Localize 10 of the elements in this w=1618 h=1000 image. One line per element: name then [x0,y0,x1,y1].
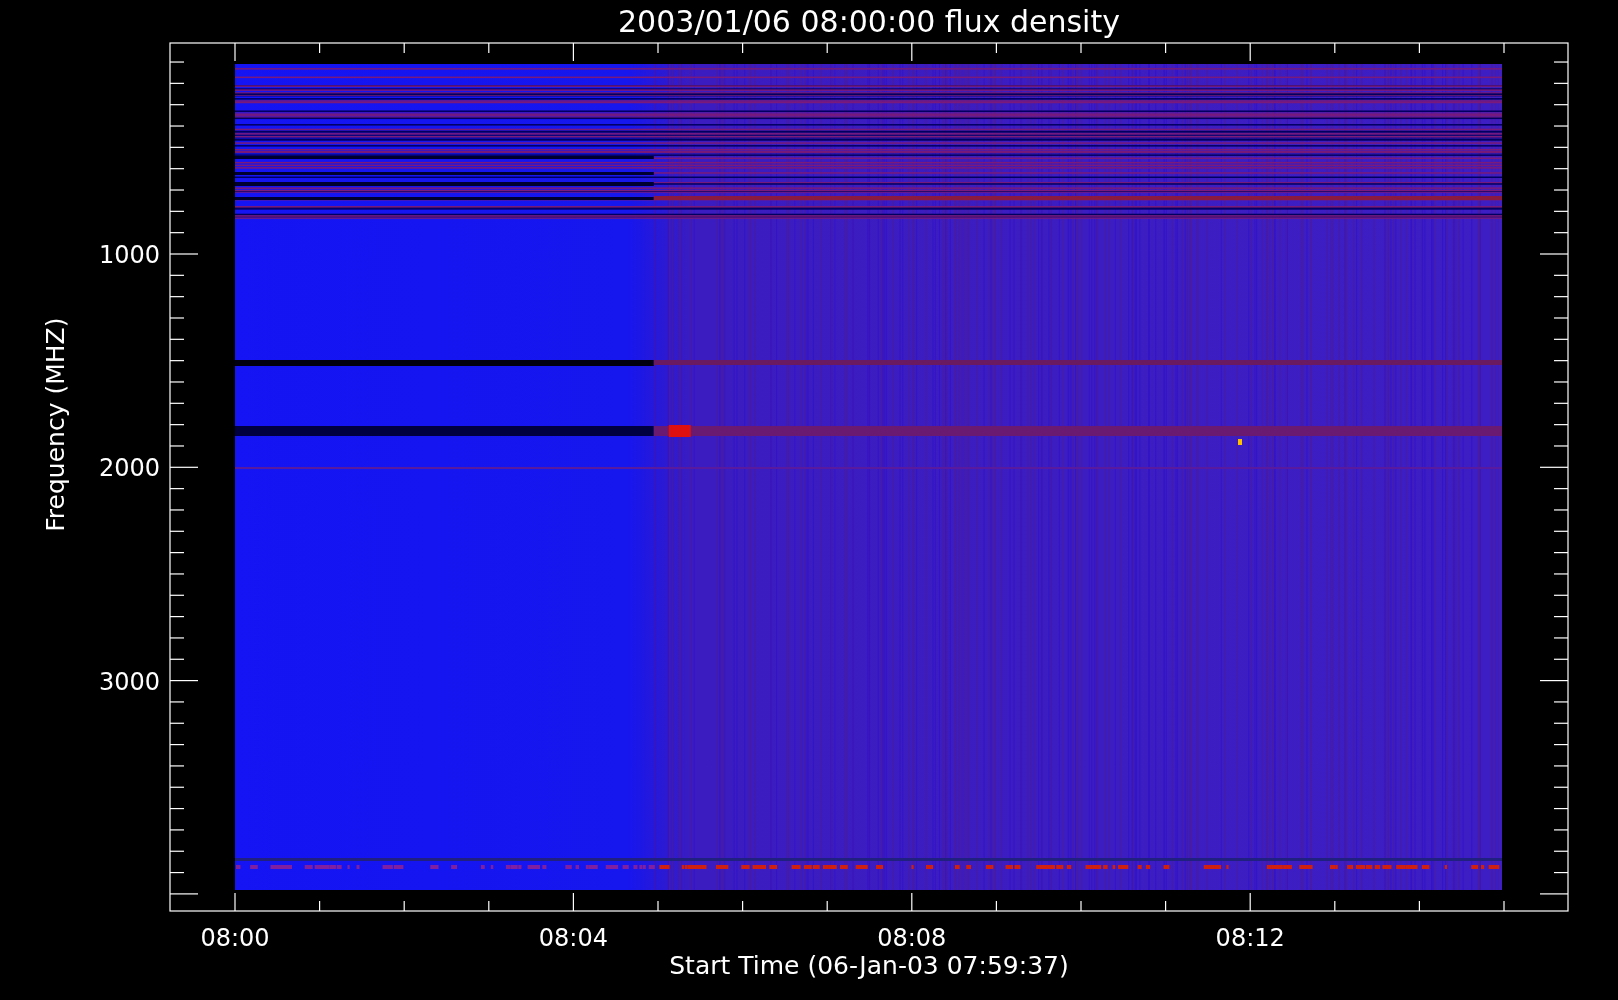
x-tick-label: 08:12 [1215,924,1285,952]
y-tick-label: 2000 [98,454,160,483]
chart-title: 2003/01/06 08:00:00 flux density [618,4,1120,39]
y-axis-label: Frequency (MHZ) [41,317,70,532]
y-tick-label: 1000 [98,241,160,269]
x-tick-label: 08:04 [538,924,608,952]
x-tick-label: 08:08 [877,924,947,952]
y-tick-label: 3000 [98,667,160,696]
x-axis-label: Start Time (06-Jan-03 07:59:37) [669,951,1069,980]
x-tick-label: 08:00 [200,924,270,952]
